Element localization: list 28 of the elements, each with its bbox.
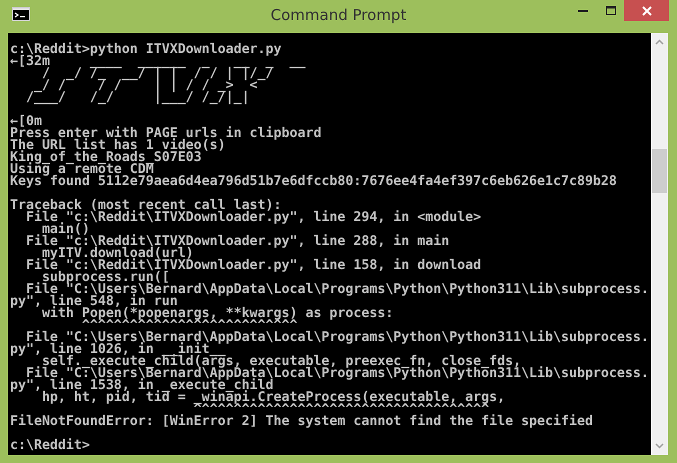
console-line: self._execute_child(args, executable, preexec_fn, close_fds, xyxy=(42,356,522,368)
console-line: myITV.download(url) xyxy=(42,248,194,260)
minimize-icon xyxy=(578,9,588,12)
scroll-down-icon[interactable] xyxy=(655,443,664,449)
window-title: Command Prompt xyxy=(270,6,406,24)
console-line: ←[0m xyxy=(10,116,42,128)
console-line: File "c:\Reddit\ITVXDownloader.py", line 158, in download xyxy=(24,260,482,272)
console-line: hp, ht, pid, tid = _winapi.CreateProcess(executable, args, xyxy=(40,392,506,404)
scroll-up-icon[interactable] xyxy=(655,39,664,45)
console-line: Using a remote CDM xyxy=(10,164,154,176)
close-icon xyxy=(642,6,652,16)
maximize-icon xyxy=(606,6,616,15)
console-line: FileNotFoundError: [WinError 2] The system cannot find the file specified xyxy=(10,416,594,428)
console-line: File "c:\Reddit\ITVXDownloader.py", line 288, in main xyxy=(24,236,450,248)
console-line: with Popen(*popenargs, **kwargs) as process: xyxy=(40,308,394,320)
console-line: subprocess.run([ xyxy=(42,272,170,284)
console-line: Keys found 5112e79aea6d4ea796d51b7e6dfccb80:7676ee4fa4ef397c6eb626e1c7c89b28 xyxy=(10,176,618,188)
console-line: py", line 1026, in __init__ xyxy=(10,344,226,356)
console-line: c:\Reddit> xyxy=(10,440,91,452)
console-line: King_of_the_Roads_S07E03 xyxy=(10,152,202,164)
console-line: ^^^^^^^^^^^^^^^^^^^^^^^^^^^ xyxy=(82,320,298,332)
scroll-thumb[interactable] xyxy=(652,149,667,193)
close-button[interactable] xyxy=(624,0,669,21)
console-line: main() xyxy=(42,224,90,236)
terminal-icon xyxy=(12,6,30,20)
console-line: c:\Reddit>python ITVXDownloader.py xyxy=(10,44,283,56)
console-line: /___/ /_/ |___/ /_/|_| xyxy=(24,92,251,104)
scrollbar[interactable] xyxy=(651,33,668,455)
